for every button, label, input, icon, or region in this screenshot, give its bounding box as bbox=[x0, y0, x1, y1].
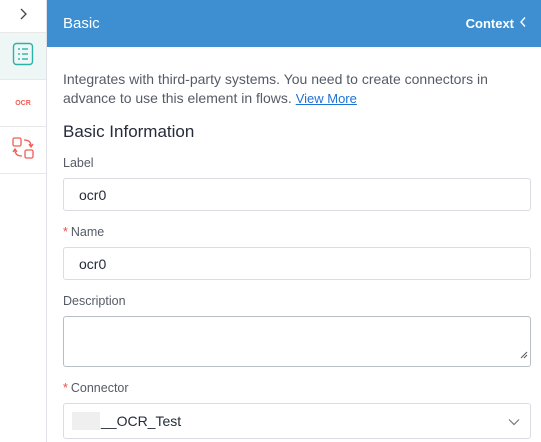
chevron-left-icon bbox=[519, 16, 527, 31]
context-label: Context bbox=[465, 16, 514, 31]
panel-content: Integrates with third-party systems. You… bbox=[47, 47, 541, 439]
description-textarea[interactable] bbox=[63, 316, 531, 367]
connector-field-label: * Connector bbox=[63, 381, 531, 395]
connector-select-value-wrap: __OCR_Test bbox=[72, 412, 181, 430]
name-field-label: * Name bbox=[63, 225, 531, 239]
connector-select-value: __OCR_Test bbox=[101, 413, 182, 429]
panel-header: Basic Context bbox=[47, 0, 541, 47]
resize-handle-icon[interactable] bbox=[520, 346, 528, 364]
name-input-value: ocr0 bbox=[79, 255, 107, 272]
left-rail: OCR bbox=[0, 0, 47, 442]
name-input[interactable]: ocr0 bbox=[63, 247, 531, 280]
required-mark: * bbox=[63, 225, 68, 239]
expand-rail-button[interactable] bbox=[0, 0, 46, 33]
required-mark: * bbox=[63, 381, 68, 395]
tab-mapping[interactable] bbox=[0, 127, 46, 174]
chevron-right-icon bbox=[18, 7, 28, 25]
redacted-block bbox=[72, 412, 100, 430]
element-description: Integrates with third-party systems. You… bbox=[63, 70, 531, 108]
view-more-link[interactable]: View More bbox=[296, 91, 357, 106]
properties-panel: Basic Context Integrates with third-part… bbox=[47, 0, 541, 442]
label-field-label: Label bbox=[63, 156, 531, 170]
connector-field-label-text: Connector bbox=[70, 381, 129, 395]
swap-icon bbox=[11, 136, 35, 165]
section-title: Basic Information bbox=[63, 122, 195, 141]
list-document-icon bbox=[12, 42, 34, 71]
label-field-label-text: Label bbox=[63, 156, 94, 170]
label-input-value: ocr0 bbox=[79, 186, 107, 203]
tab-ocr[interactable]: OCR bbox=[0, 80, 46, 127]
name-field-label-text: Name bbox=[70, 225, 105, 239]
context-button[interactable]: Context bbox=[466, 16, 527, 31]
description-text: Integrates with third-party systems. You… bbox=[63, 71, 488, 106]
connector-select[interactable]: __OCR_Test bbox=[63, 403, 531, 439]
description-field-label: Description bbox=[63, 294, 531, 308]
description-field-label-text: Description bbox=[63, 294, 126, 308]
panel-title: Basic bbox=[63, 15, 100, 32]
tab-properties[interactable] bbox=[0, 33, 46, 80]
label-input[interactable]: ocr0 bbox=[63, 178, 531, 211]
ocr-icon-label: OCR bbox=[15, 99, 31, 107]
chevron-down-icon bbox=[508, 413, 520, 429]
